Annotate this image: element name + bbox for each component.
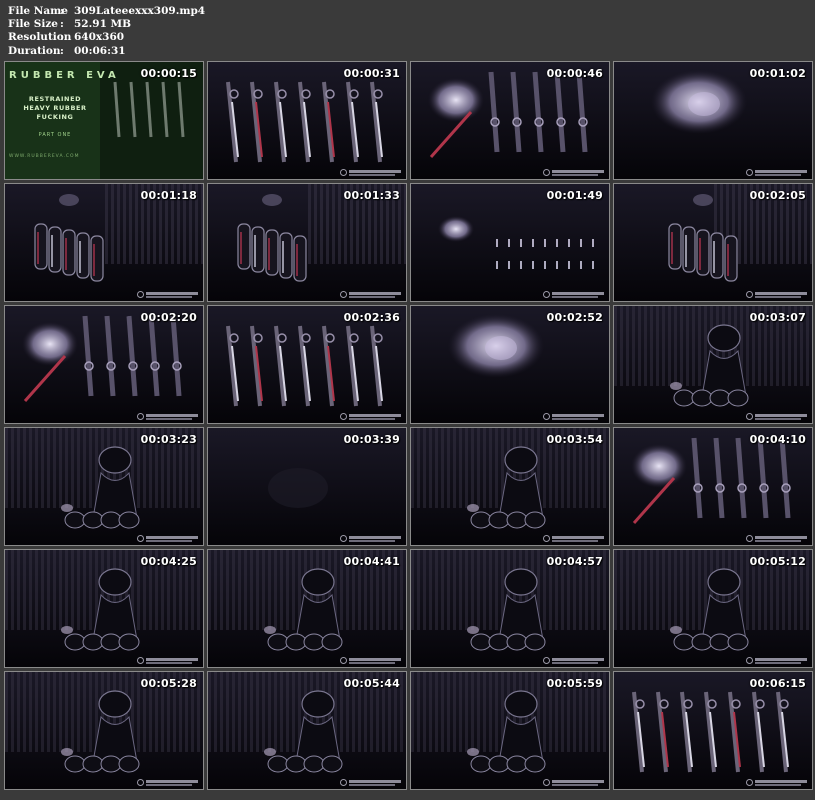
thumbnail-timestamp: 00:05:44 [343,677,400,690]
thumbnail-timestamp: 00:02:20 [140,311,197,324]
video-thumbnail: 00:06:15 [613,671,813,790]
thumbnail-timestamp: 00:00:31 [343,67,400,80]
video-thumbnail: 00:02:05 [613,183,813,302]
info-row-resolution: Resolution : 640x360 [8,31,205,44]
watermark-logo [340,779,402,787]
watermark-logo [137,779,199,787]
info-separator: : [60,31,64,44]
info-label: Resolution [8,31,72,44]
watermark-logo [137,291,199,299]
video-thumbnail: 00:01:02 [613,61,813,180]
info-value: 00:06:31 [74,44,126,57]
video-thumbnail: RUBBER EVA RESTRAINED HEAVY RUBBER FUCKING P… [4,61,204,180]
video-thumbnail: 00:03:39 [207,427,407,546]
video-thumbnail: 00:00:46 [410,61,610,180]
thumbnail-timestamp: 00:04:41 [343,555,400,568]
watermark-logo [340,535,402,543]
info-separator: : [60,5,64,17]
video-thumbnail: 00:01:33 [207,183,407,302]
video-thumbnail: 00:04:41 [207,549,407,668]
thumbnail-timestamp: 00:02:52 [546,311,603,324]
info-value: 52.91 MB [74,18,132,31]
info-label: Duration [8,44,61,57]
video-thumbnail: 00:04:25 [4,549,204,668]
info-row-file-size: File Size : 52.91 MB [8,18,205,31]
thumbnail-timestamp: 00:01:33 [343,189,400,202]
thumbnail-timestamp: 00:02:05 [749,189,806,202]
thumbnail-timestamp: 00:03:23 [140,433,197,446]
info-row-duration: Duration : 00:06:31 [8,45,205,58]
thumbnail-timestamp: 00:01:49 [546,189,603,202]
watermark-logo [340,291,402,299]
video-thumbnail: 00:00:31 [207,61,407,180]
info-separator: : [60,18,64,31]
video-thumbnail: 00:01:49 [410,183,610,302]
thumbnail-grid: RUBBER EVA RESTRAINED HEAVY RUBBER FUCKING P… [4,61,813,790]
thumbnail-timestamp: 00:05:59 [546,677,603,690]
video-thumbnail: 00:03:54 [410,427,610,546]
watermark-logo [340,169,402,177]
thumbnail-timestamp: 00:05:28 [140,677,197,690]
watermark-logo [543,657,605,665]
watermark-logo [137,535,199,543]
info-separator: : [60,44,64,57]
thumbnail-timestamp: 00:04:10 [749,433,806,446]
title-card-line: FUCKING [36,113,74,121]
thumbnail-timestamp: 00:01:18 [140,189,197,202]
title-card-part: PART ONE [38,132,72,138]
video-thumbnail: 00:04:10 [613,427,813,546]
thumbnail-timestamp: 00:02:36 [343,311,400,324]
title-card-site: WWW.RUBBEREVA.COM [9,154,80,159]
info-value: 309Lateeexxx309.mp4 [74,5,206,17]
thumbnail-timestamp: 00:01:02 [749,67,806,80]
watermark-logo [543,291,605,299]
title-card-lines: RESTRAINED HEAVY RUBBER FUCKING [9,95,101,122]
thumbnail-timestamp: 00:04:25 [140,555,197,568]
watermark-logo [543,779,605,787]
title-card-line: HEAVY RUBBER [23,104,87,112]
watermark-logo [137,657,199,665]
video-thumbnail: 00:03:23 [4,427,204,546]
thumbnail-timestamp: 00:03:54 [546,433,603,446]
watermark-logo [340,413,402,421]
thumbnail-timestamp: 00:00:15 [140,67,197,80]
video-thumbnail: 00:02:52 [410,305,610,424]
thumbnail-timestamp: 00:05:12 [749,555,806,568]
video-thumbnail: 00:05:44 [207,671,407,790]
video-thumbnail: 00:03:07 [613,305,813,424]
title-card-text: RUBBER EVA RESTRAINED HEAVY RUBBER FUCKING P… [9,70,116,159]
watermark-logo [543,535,605,543]
info-label: File Size [8,18,58,31]
video-thumbnail: 00:05:12 [613,549,813,668]
video-thumbnail: 00:01:18 [4,183,204,302]
thumbnail-timestamp: 00:03:07 [749,311,806,324]
video-thumbnail: 00:05:59 [410,671,610,790]
video-thumbnail: 00:02:36 [207,305,407,424]
thumbnail-timestamp: 00:00:46 [546,67,603,80]
info-label: File Name [8,5,68,17]
watermark-logo [137,413,199,421]
title-card-line: RESTRAINED [28,95,82,103]
watermark-logo [746,535,808,543]
watermark-logo [746,291,808,299]
info-value: 640x360 [74,31,125,44]
watermark-logo [543,413,605,421]
video-thumbnail: 00:04:57 [410,549,610,668]
watermark-logo [340,657,402,665]
info-row-file-name: File Name : 309Lateeexxx309.mp4 [8,5,205,18]
thumbnail-timestamp: 00:04:57 [546,555,603,568]
watermark-logo [746,779,808,787]
watermark-logo [746,413,808,421]
thumbnail-timestamp: 00:03:39 [343,433,400,446]
watermark-logo [543,169,605,177]
watermark-logo [746,657,808,665]
thumbnail-timestamp: 00:06:15 [749,677,806,690]
video-thumbnail: 00:05:28 [4,671,204,790]
watermark-logo [746,169,808,177]
video-thumbnail: 00:02:20 [4,305,204,424]
file-info-panel: File Name : 309Lateeexxx309.mp4 File Siz… [8,5,205,58]
